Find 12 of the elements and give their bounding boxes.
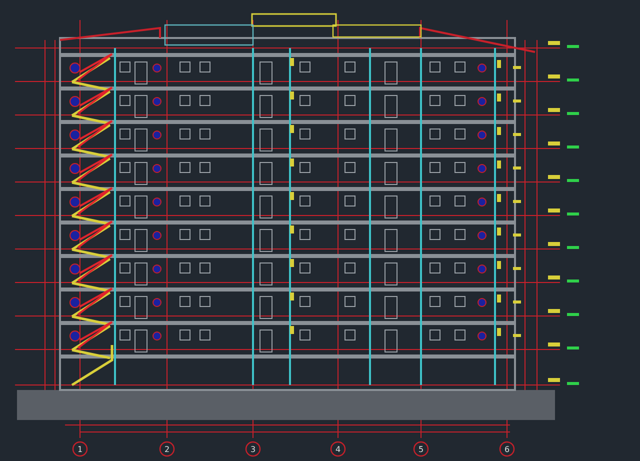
axis-label: 5 [418,445,424,454]
axis-label: 3 [250,445,256,454]
axis-bubble [413,441,429,457]
axis-bubble [330,441,346,457]
axis-bubble [499,441,515,457]
axis-label: 4 [335,445,341,454]
axis-label: 2 [164,445,170,454]
axis-bubble [245,441,261,457]
axis-label: 6 [504,445,510,454]
axis-label: 1 [77,445,83,454]
axis-bubble [159,441,175,457]
axis-bubble [72,441,88,457]
